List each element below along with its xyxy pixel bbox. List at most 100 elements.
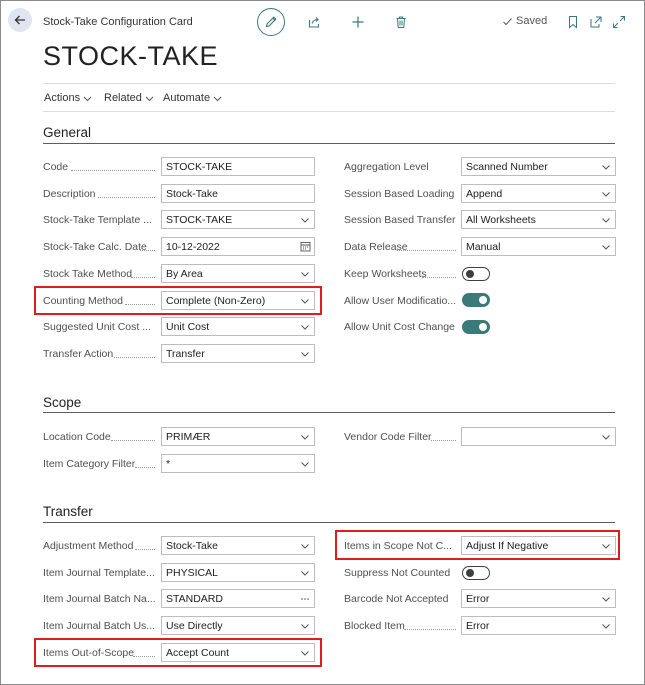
chevron-down-icon [296,296,314,306]
blocked-item-value: Error [466,619,490,632]
scope-section-title[interactable]: Scope [43,395,81,410]
automate-menu[interactable]: Automate [163,92,222,104]
session-transfer-select[interactable]: All Worksheets [461,210,616,229]
keep-worksheets-toggle[interactable] [462,267,490,281]
chevron-down-icon [597,594,615,604]
items-out-of-scope-select[interactable]: Accept Count [161,643,315,662]
aggregation-level-select[interactable]: Scanned Number [461,157,616,176]
description-field[interactable]: Stock-Take [161,184,315,203]
chevron-down-icon [597,189,615,199]
allow-unit-cost-change-toggle[interactable] [462,320,490,334]
chevron-down-icon [597,242,615,252]
session-loading-value: Append [466,187,503,200]
aggregation-level-value: Scanned Number [466,160,548,173]
item-journal-batch-usage-value: Use Directly [166,619,223,632]
stock-take-template-value: STOCK-TAKE [166,213,233,226]
suggested-unit-cost-label: Suggested Unit Cost ... [43,321,151,333]
open-new-window-icon[interactable] [588,14,604,30]
keep-worksheets-label: Keep Worksheets [344,268,427,280]
expand-icon[interactable] [611,14,627,30]
data-release-select[interactable]: Manual [461,237,616,256]
back-button[interactable] [8,8,32,32]
barcode-not-accepted-value: Error [466,592,490,605]
bookmark-icon[interactable] [565,14,581,30]
description-value: Stock-Take [166,187,218,200]
chevron-down-icon [296,215,314,225]
leader-dots [140,250,155,251]
stock-take-method-label: Stock Take Method [43,268,133,280]
edit-button[interactable] [257,8,285,36]
items-in-scope-not-counted-value: Adjust If Negative [466,539,549,552]
general-section-divider [43,143,615,144]
aggregation-level-label: Aggregation Level [344,161,429,173]
ellipsis-icon[interactable] [296,594,314,604]
barcode-not-accepted-select[interactable]: Error [461,589,616,608]
automate-label: Automate [163,92,211,104]
chevron-down-icon [213,94,222,103]
chevron-down-icon [296,349,314,359]
related-menu[interactable]: Related [104,92,154,104]
share-icon[interactable] [306,14,322,30]
title-divider [43,83,615,84]
data-release-value: Manual [466,240,501,253]
stock-take-template-select[interactable]: STOCK-TAKE [161,210,315,229]
suggested-unit-cost-select[interactable]: Unit Cost [161,317,315,336]
data-release-label: Data Release [344,241,408,253]
item-journal-template-label: Item Journal Template... [43,567,155,579]
general-section-title[interactable]: General [43,125,91,140]
blocked-item-label: Blocked Item [344,620,405,632]
calc-date-field[interactable]: 10-12-2022 [161,237,315,256]
stock-take-method-select[interactable]: By Area [161,264,315,283]
adjustment-method-label: Adjustment Method [43,540,134,552]
transfer-section-title[interactable]: Transfer [43,504,93,519]
adjustment-method-value: Stock-Take [166,539,218,552]
stock-take-template-label: Stock-Take Template ... [43,214,152,226]
chevron-down-icon [145,94,154,103]
leader-dots [397,250,456,251]
saved-status: Saved [502,15,547,27]
item-journal-batch-usage-label: Item Journal Batch Us... [43,620,155,632]
chevron-down-icon [83,94,92,103]
leader-dots [431,440,456,441]
location-code-select[interactable]: PRIMÆR [161,427,315,446]
checkmark-icon [502,16,513,27]
counting-method-select[interactable]: Complete (Non-Zero) [161,291,315,310]
item-journal-template-select[interactable]: PHYSICAL [161,563,315,582]
configuration-card: Stock-Take Configuration Card Saved STOC… [0,0,645,685]
chevron-down-icon [597,432,615,442]
transfer-action-select[interactable]: Transfer [161,344,315,363]
adjustment-method-select[interactable]: Stock-Take [161,536,315,555]
barcode-not-accepted-label: Barcode Not Accepted [344,593,449,605]
calendar-icon[interactable] [296,241,314,252]
chevron-down-icon [597,215,615,225]
suppress-not-counted-toggle[interactable] [462,566,490,580]
code-field[interactable]: STOCK-TAKE [161,157,315,176]
actions-menu[interactable]: Actions [44,92,92,104]
items-in-scope-not-counted-label: Items in Scope Not C... [344,540,452,552]
chevron-down-icon [296,621,314,631]
plus-icon[interactable] [350,14,366,30]
leader-dots [71,170,155,171]
items-out-of-scope-value: Accept Count [166,646,230,659]
arrow-left-icon [13,13,27,27]
vendor-code-filter-select[interactable] [461,427,616,446]
chevron-down-icon [296,648,314,658]
trash-icon[interactable] [393,14,409,30]
chevron-down-icon [296,322,314,332]
chevron-down-icon [296,269,314,279]
toggle-knob [466,269,474,278]
page-title: STOCK-TAKE [43,41,219,71]
blocked-item-select[interactable]: Error [461,616,616,635]
card-caption: Stock-Take Configuration Card [43,16,193,28]
transfer-section-divider [43,522,615,523]
menu-divider [43,111,615,112]
item-journal-batch-name-field[interactable]: STANDARD [161,589,315,608]
item-category-filter-select[interactable]: * [161,454,315,473]
session-loading-select[interactable]: Append [461,184,616,203]
items-in-scope-not-counted-select[interactable]: Adjust If Negative [461,536,616,555]
toggle-knob [466,568,474,577]
item-journal-batch-usage-select[interactable]: Use Directly [161,616,315,635]
leader-dots [135,467,155,468]
allow-user-modification-toggle[interactable] [462,293,490,307]
leader-dots [404,629,456,630]
